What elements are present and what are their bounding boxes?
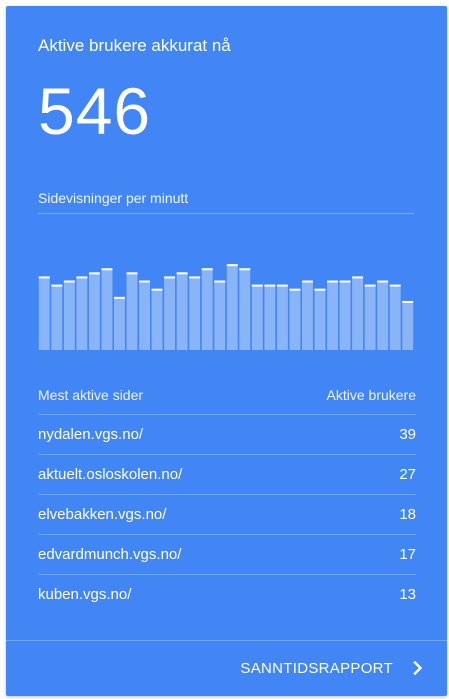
chart-bar: [239, 268, 251, 350]
chart-bar: [302, 280, 313, 350]
chart-bar: [377, 280, 389, 350]
chart-bar-cap: [251, 284, 263, 287]
chart-bar: [352, 276, 364, 350]
realtime-card: Aktive brukere akkurat nå 546 Sidevisnin…: [6, 6, 447, 696]
chart-bar: [76, 276, 88, 350]
chart-bar-cap: [189, 276, 201, 279]
table-row[interactable]: edvardmunch.vgs.no/ 17: [38, 534, 416, 574]
chevron-right-icon: [413, 661, 423, 675]
chart-bar-cap: [201, 268, 213, 271]
realtime-report-label: SANNTIDSRAPPORT: [240, 659, 393, 677]
table-row[interactable]: nydalen.vgs.no/ 39: [38, 414, 416, 454]
chart-bar: [63, 280, 75, 350]
chart-bar: [327, 280, 338, 350]
chart-bar-cap: [139, 280, 150, 283]
chart-bar-cap: [264, 284, 276, 287]
chart-label: Sidevisninger per minutt: [38, 190, 189, 206]
page-url: edvardmunch.vgs.no/: [38, 546, 182, 563]
chart-bar-cap: [339, 280, 351, 283]
column-header-active-users: Aktive brukere: [326, 387, 416, 403]
active-users-value: 39: [399, 426, 416, 443]
chart-bar-cap: [377, 280, 389, 283]
chart-bar: [402, 300, 414, 350]
chart-bar: [389, 284, 401, 350]
chart-bar-cap: [364, 284, 376, 287]
chart-bar: [226, 264, 238, 350]
chart-bar: [88, 272, 100, 350]
realtime-report-link[interactable]: SANNTIDSRAPPORT: [240, 657, 425, 679]
chart-divider: [38, 213, 414, 214]
pageviews-chart-svg: [38, 264, 414, 350]
chart-bar-cap: [176, 272, 188, 275]
chart-bar-cap: [327, 280, 338, 283]
chart-bar-cap: [389, 284, 401, 287]
chart-bar: [164, 276, 176, 350]
chart-bar-cap: [38, 276, 50, 279]
chart-bar: [264, 284, 276, 350]
active-users-value: 17: [399, 546, 416, 563]
page-url: nydalen.vgs.no/: [38, 426, 144, 443]
active-users-value: 13: [399, 586, 416, 603]
chart-bar-cap: [114, 296, 125, 299]
chart-bar: [38, 276, 50, 350]
chart-bar-cap: [88, 272, 100, 275]
chart-bar-cap: [352, 276, 364, 279]
page-url: kuben.vgs.no/: [38, 586, 132, 603]
chart-bar-cap: [214, 280, 226, 283]
chart-bar-cap: [76, 276, 88, 279]
page-url: aktuelt.osloskolen.no/: [38, 466, 183, 483]
chart-bar-cap: [51, 284, 63, 287]
chart-bar-cap: [126, 272, 138, 275]
active-users-value: 27: [399, 466, 416, 483]
chart-bar: [314, 288, 326, 350]
chart-bar: [251, 284, 263, 350]
chart-bar: [289, 288, 301, 350]
column-header-pages: Mest aktive sider: [38, 387, 144, 403]
chart-bar: [151, 288, 163, 350]
chart-bar: [276, 284, 288, 350]
chart-bar-cap: [63, 280, 75, 283]
active-users-value: 18: [399, 506, 416, 523]
chart-bar: [189, 276, 201, 350]
chart-bar-cap: [289, 288, 301, 291]
chart-bar: [201, 268, 213, 350]
chart-bar: [339, 280, 351, 350]
chart-bar-cap: [239, 268, 251, 271]
chart-bar-cap: [151, 288, 163, 291]
table-header: Mest aktive sider Aktive brukere: [38, 387, 416, 415]
card-footer: SANNTIDSRAPPORT: [6, 640, 447, 696]
active-pages-table: nydalen.vgs.no/ 39 aktuelt.osloskolen.no…: [38, 414, 416, 614]
chart-bar: [101, 268, 113, 350]
active-users-count: 546: [38, 74, 152, 148]
chart-bar-cap: [101, 268, 113, 271]
chart-bar-cap: [314, 288, 326, 291]
chart-bar-cap: [402, 300, 414, 303]
chart-bar: [176, 272, 188, 350]
chart-bar: [51, 284, 63, 350]
chart-bar-cap: [302, 280, 313, 283]
chart-bar: [139, 280, 150, 350]
chart-bar: [214, 280, 226, 350]
chart-bar-cap: [164, 276, 176, 279]
chart-bar: [114, 296, 125, 350]
table-row[interactable]: elvebakken.vgs.no/ 18: [38, 494, 416, 534]
page-url: elvebakken.vgs.no/: [38, 506, 167, 523]
chart-bar-cap: [226, 264, 238, 267]
chart-bar: [364, 284, 376, 350]
chart-bar: [126, 272, 138, 350]
table-row[interactable]: aktuelt.osloskolen.no/ 27: [38, 454, 416, 494]
card-title: Aktive brukere akkurat nå: [38, 36, 231, 55]
pageviews-chart: [38, 256, 414, 350]
table-row[interactable]: kuben.vgs.no/ 13: [38, 574, 416, 614]
chart-bar-cap: [276, 284, 288, 287]
